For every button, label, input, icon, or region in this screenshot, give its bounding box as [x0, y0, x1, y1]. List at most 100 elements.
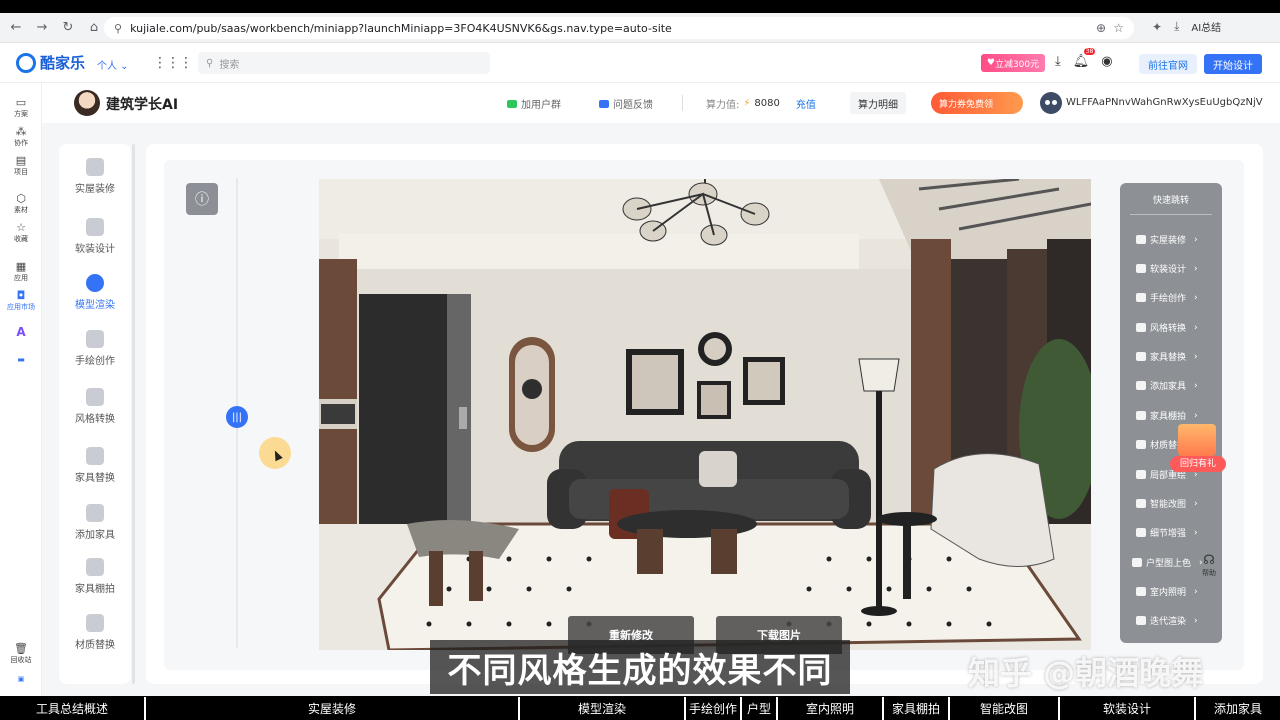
- browser-extensions: ✦ ⤓ AI总结: [1152, 19, 1221, 34]
- user-avatar-icon[interactable]: ◉: [1101, 54, 1112, 69]
- app-logo[interactable]: 酷家乐: [16, 52, 85, 73]
- persona-switch[interactable]: 个人 ⌄: [97, 57, 129, 72]
- site-info-icon[interactable]: ⚲: [114, 22, 122, 35]
- quick-item-enhance[interactable]: 细节增强 ›: [1136, 526, 1216, 539]
- furniture-icon: [1136, 352, 1146, 361]
- gift-badge[interactable]: 回归有礼: [1170, 420, 1226, 474]
- download-app-icon[interactable]: ⤓: [1055, 54, 1061, 69]
- promo-button[interactable]: ♥ 立减300元: [981, 54, 1045, 72]
- quick-item-lighting[interactable]: 室内照明 ›: [1136, 585, 1216, 598]
- ai-summary-button[interactable]: AI总结: [1191, 19, 1221, 34]
- chapter-item[interactable]: 软装设计: [1060, 697, 1196, 720]
- tool-label: 风格转换: [75, 414, 115, 425]
- join-group-button[interactable]: 加用户群: [507, 96, 561, 111]
- home-icon[interactable]: ⌂: [86, 20, 102, 35]
- tool-soft-design[interactable]: 软装设计: [59, 218, 131, 255]
- video-subtitle: 不同风格生成的效果不同: [430, 640, 850, 694]
- rail-item-app-market[interactable]: ◘ 应用市场: [0, 290, 42, 312]
- quick-item-furniture-replace[interactable]: 家具替换 ›: [1136, 350, 1216, 363]
- tool-house-renovation[interactable]: 实屋装修: [59, 158, 131, 195]
- compare-slider-handle[interactable]: |||: [226, 406, 248, 428]
- chapter-item[interactable]: 模型渲染: [520, 697, 686, 720]
- compute-label: 算力值:: [706, 100, 740, 111]
- chapter-item[interactable]: 工具总结概述: [0, 697, 146, 720]
- tool-material-replace[interactable]: 材质替换: [59, 614, 131, 651]
- quick-item-hand[interactable]: 手绘创作 ›: [1136, 291, 1216, 304]
- goto-site-button[interactable]: 前往官网: [1139, 54, 1197, 74]
- ai-app-icon[interactable]: A: [0, 325, 42, 339]
- chapter-item[interactable]: 手绘创作: [686, 697, 742, 720]
- tool-label: 家具替换: [75, 473, 115, 484]
- user-avatar[interactable]: [1040, 92, 1062, 114]
- chevron-right-icon: ›: [1194, 292, 1198, 303]
- tool-label: 家具棚拍: [75, 584, 115, 595]
- tool-add-furniture[interactable]: 添加家具: [59, 504, 131, 541]
- apps-icon: ▦: [15, 260, 27, 273]
- back-icon[interactable]: ←: [8, 20, 24, 35]
- rail-label: 应用市场: [7, 303, 35, 311]
- pen-icon: [1136, 293, 1146, 302]
- brush-icon: [1136, 470, 1146, 479]
- quick-item-iterate[interactable]: 迭代渲染 ›: [1136, 614, 1216, 627]
- add-furniture-icon: [86, 504, 104, 522]
- reload-icon[interactable]: ↻: [60, 20, 76, 35]
- chapter-item[interactable]: 户型: [742, 697, 778, 720]
- chapter-item[interactable]: 家具棚拍: [884, 697, 950, 720]
- apps-grid-icon[interactable]: ⋮⋮⋮: [153, 55, 193, 71]
- compute-detail-button[interactable]: 算力明细: [850, 92, 906, 114]
- bookmark-star-icon[interactable]: ☆: [1113, 21, 1124, 35]
- quick-item-add-furniture[interactable]: 添加家具 ›: [1136, 379, 1216, 392]
- quick-item-soft[interactable]: 软装设计 ›: [1136, 262, 1216, 275]
- rail-item-apps[interactable]: ▦ 应用: [0, 261, 42, 283]
- sidebar-scrollbar[interactable]: [132, 144, 135, 684]
- rail-label: 回收站: [10, 656, 32, 664]
- compute-value: 8080: [754, 98, 780, 109]
- feedback-button[interactable]: 问题反馈: [599, 96, 653, 111]
- compute-balance: 算力值: ⚡ 8080 充值: [706, 96, 816, 111]
- mail-icon: [599, 99, 609, 108]
- start-design-button[interactable]: 开始设计: [1204, 54, 1262, 74]
- chapter-item[interactable]: 实屋装修: [146, 697, 520, 720]
- add-furniture-icon: [1136, 381, 1146, 390]
- coupon-button[interactable]: 算力券免费领: [931, 92, 1023, 114]
- collapse-icon[interactable]: ▣: [0, 675, 42, 683]
- rail-item-materials[interactable]: ⬡ 素材: [0, 193, 42, 215]
- rail-label: 素材: [14, 206, 28, 214]
- chapter-item[interactable]: 添加家具: [1196, 697, 1280, 720]
- help-label: 帮助: [1202, 569, 1216, 577]
- quick-item-smart-edit[interactable]: 智能改图 ›: [1136, 497, 1216, 510]
- notification-bell-icon[interactable]: 🔔︎ 38: [1073, 48, 1096, 69]
- chevron-right-icon: ›: [1194, 527, 1198, 538]
- floorplan-icon: [1132, 558, 1142, 567]
- rail-item-projects[interactable]: ▤ 项目: [0, 155, 42, 177]
- chevron-right-icon: ›: [1194, 234, 1198, 245]
- tool-style-transfer[interactable]: 风格转换: [59, 388, 131, 425]
- help-button[interactable]: ☊ 帮助: [1194, 553, 1224, 583]
- rail-item-plans[interactable]: ▭ 方案: [0, 97, 42, 119]
- forward-icon[interactable]: →: [34, 20, 50, 35]
- tool-hand-drawing[interactable]: 手绘创作: [59, 330, 131, 367]
- tool-model-render[interactable]: 模型渲染: [59, 274, 131, 311]
- tool-furniture-shoot[interactable]: 家具棚拍: [59, 558, 131, 595]
- main-content: 建筑学长AI 加用户群 问题反馈 算力值: ⚡ 8080 充值 算力明细 算力券…: [42, 83, 1280, 696]
- divider: [682, 95, 683, 111]
- quick-item-house[interactable]: 实屋装修 ›: [1136, 233, 1216, 246]
- quick-item-style[interactable]: 风格转换 ›: [1136, 321, 1216, 334]
- recharge-link[interactable]: 充值: [796, 96, 816, 111]
- download-icon[interactable]: ⤓: [1174, 19, 1179, 34]
- chapter-item[interactable]: 室内照明: [778, 697, 884, 720]
- zoom-icon[interactable]: ⊕: [1096, 21, 1106, 35]
- username: WLFFAaPNnvWahGnRwXysEuUgbQzNjV: [1066, 97, 1263, 108]
- search-input[interactable]: ⚲ 搜索: [198, 52, 490, 74]
- chapter-item[interactable]: 智能改图: [950, 697, 1060, 720]
- info-icon[interactable]: ⓘ: [186, 183, 218, 215]
- rail-item-collab[interactable]: ⁂ 协作: [0, 126, 42, 148]
- plans-icon: ▭: [15, 96, 27, 109]
- rail-item-recycle[interactable]: 🗑︎ 回收站: [0, 643, 42, 665]
- quick-item-label: 添加家具: [1150, 382, 1187, 392]
- mini-app-icon[interactable]: ▬: [0, 355, 42, 364]
- tool-furniture-replace[interactable]: 家具替换: [59, 447, 131, 484]
- extensions-icon[interactable]: ✦: [1152, 20, 1162, 34]
- rail-item-favorites[interactable]: ☆ 收藏: [0, 222, 42, 244]
- address-bar[interactable]: ⚲ kujiale.com/pub/saas/workbench/miniapp…: [104, 17, 1134, 39]
